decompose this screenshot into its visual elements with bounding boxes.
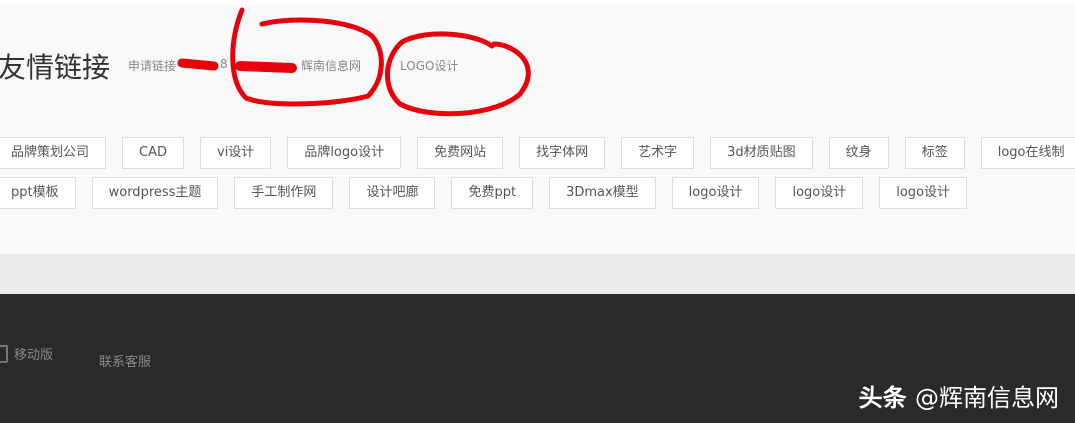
site-link-logo-design[interactable]: LOGO设计 bbox=[400, 57, 458, 74]
site-link-huinan[interactable]: 辉南信息网 bbox=[301, 57, 361, 74]
tag-link[interactable]: 品牌策划公司 bbox=[0, 137, 107, 169]
tag-link[interactable]: ppt模板 bbox=[0, 177, 76, 209]
tag-link[interactable]: CAD bbox=[122, 137, 184, 169]
watermark-brand: 头条 bbox=[858, 384, 907, 412]
tag-link[interactable]: logo在线制 bbox=[980, 137, 1075, 169]
tag-link[interactable]: 找字体网 bbox=[519, 137, 606, 169]
tag-link[interactable]: logo设计 bbox=[775, 177, 864, 209]
tag-link[interactable]: 3Dmax模型 bbox=[549, 177, 656, 209]
qq-partial-text: 8 bbox=[220, 57, 228, 71]
tag-link[interactable]: logo设计 bbox=[671, 177, 760, 209]
tag-link[interactable]: 免费网站 bbox=[417, 137, 504, 169]
mobile-version-label: 移动版 bbox=[14, 348, 54, 363]
tag-link[interactable]: 手工制作网 bbox=[234, 177, 334, 209]
footer: 移动版 联系客服 头条 @辉南信息网 bbox=[0, 294, 1075, 423]
tag-link[interactable]: 艺术字 bbox=[621, 137, 695, 169]
tag-row-2: ppt模板 wordpress主题 手工制作网 设计吧廊 免费ppt 3Dmax模型 log… bbox=[0, 177, 968, 209]
watermark-handle: @辉南信息网 bbox=[915, 384, 1059, 412]
phone-icon bbox=[0, 344, 8, 363]
tag-link[interactable]: 免费ppt bbox=[451, 177, 534, 209]
friend-links-heading: 友情链接 bbox=[0, 51, 111, 84]
tag-link[interactable]: wordpress主题 bbox=[91, 177, 219, 209]
contact-service-link[interactable]: 联系客服 bbox=[99, 351, 151, 370]
tag-link[interactable]: vi设计 bbox=[200, 137, 272, 169]
toutiao-watermark: 头条 @辉南信息网 bbox=[859, 378, 1059, 413]
friend-links-panel: 友情链接 申请链接 8 辉南信息网 LOGO设计 品牌策划公司 CAD vi设计 品牌… bbox=[0, 0, 1075, 254]
tag-link[interactable]: logo设计 bbox=[879, 177, 968, 209]
tag-row-1: 品牌策划公司 CAD vi设计 品牌logo设计 免费网站 找字体网 艺术字 3d材质贴图 纹身… bbox=[0, 137, 1075, 169]
apply-link[interactable]: 申请链接 bbox=[128, 57, 176, 74]
tag-link[interactable]: 标签 bbox=[904, 137, 965, 169]
tag-link[interactable]: 3d材质贴图 bbox=[710, 137, 813, 169]
tag-link[interactable]: 纹身 bbox=[828, 137, 889, 169]
mobile-version-link[interactable]: 移动版 bbox=[0, 344, 53, 363]
tag-link[interactable]: 设计吧廊 bbox=[349, 177, 436, 209]
top-strip bbox=[0, 0, 1075, 4]
tag-link[interactable]: 品牌logo设计 bbox=[287, 137, 402, 169]
